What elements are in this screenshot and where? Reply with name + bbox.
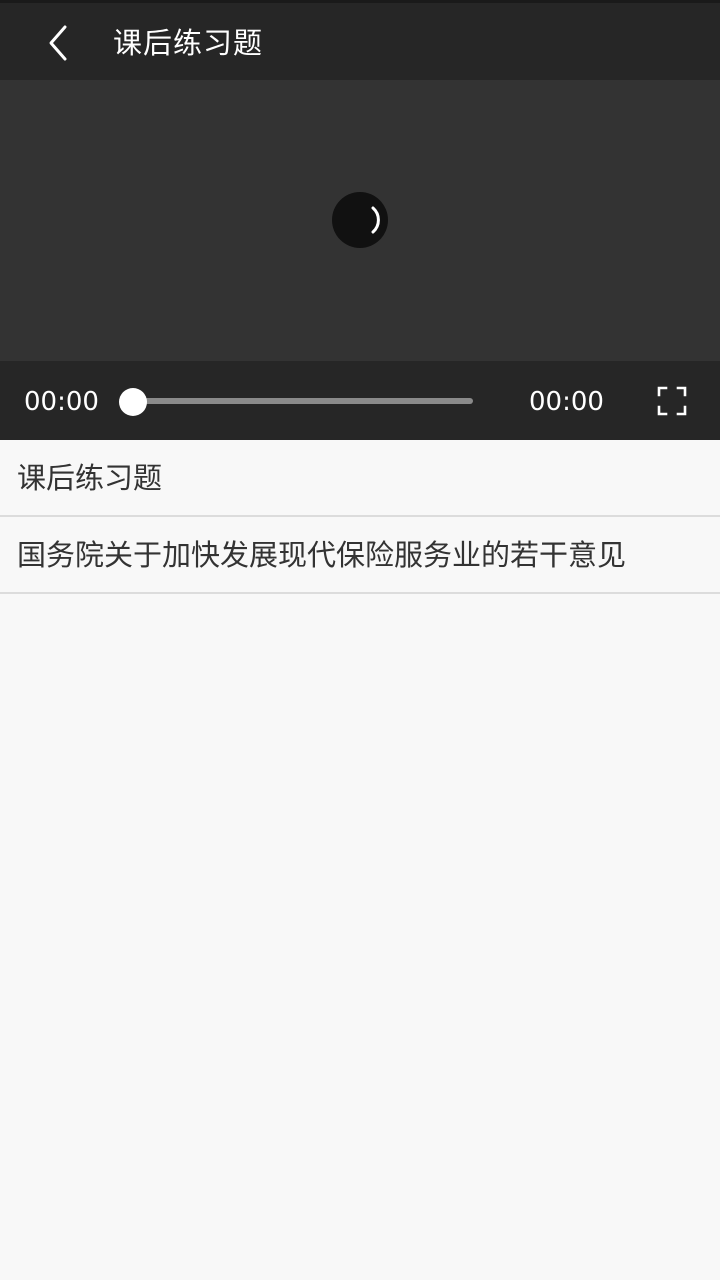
loading-spinner-icon <box>332 192 388 248</box>
progress-bar[interactable] <box>133 398 473 404</box>
fullscreen-button[interactable] <box>648 377 696 425</box>
progress-thumb[interactable] <box>119 388 147 416</box>
current-time: 00:00 <box>24 387 99 417</box>
video-area[interactable] <box>0 80 720 361</box>
total-time: 00:00 <box>529 387 604 417</box>
chevron-left-icon <box>49 25 67 61</box>
player-controls: 00:00 00:00 <box>0 361 720 440</box>
list-item[interactable]: 课后练习题 <box>0 440 720 517</box>
fullscreen-icon <box>657 386 687 416</box>
page-title: 课后练习题 <box>113 26 264 60</box>
top-bar: 课后练习题 <box>0 0 720 80</box>
back-button[interactable] <box>30 17 86 69</box>
list-item[interactable]: 国务院关于加快发展现代保险服务业的若干意见 <box>0 517 720 594</box>
app-root: 课后练习题 00:00 00:00 课后练习题 国务院关于加快发展现代保险服务业… <box>0 0 720 1280</box>
lesson-list: 课后练习题 国务院关于加快发展现代保险服务业的若干意见 <box>0 440 720 594</box>
